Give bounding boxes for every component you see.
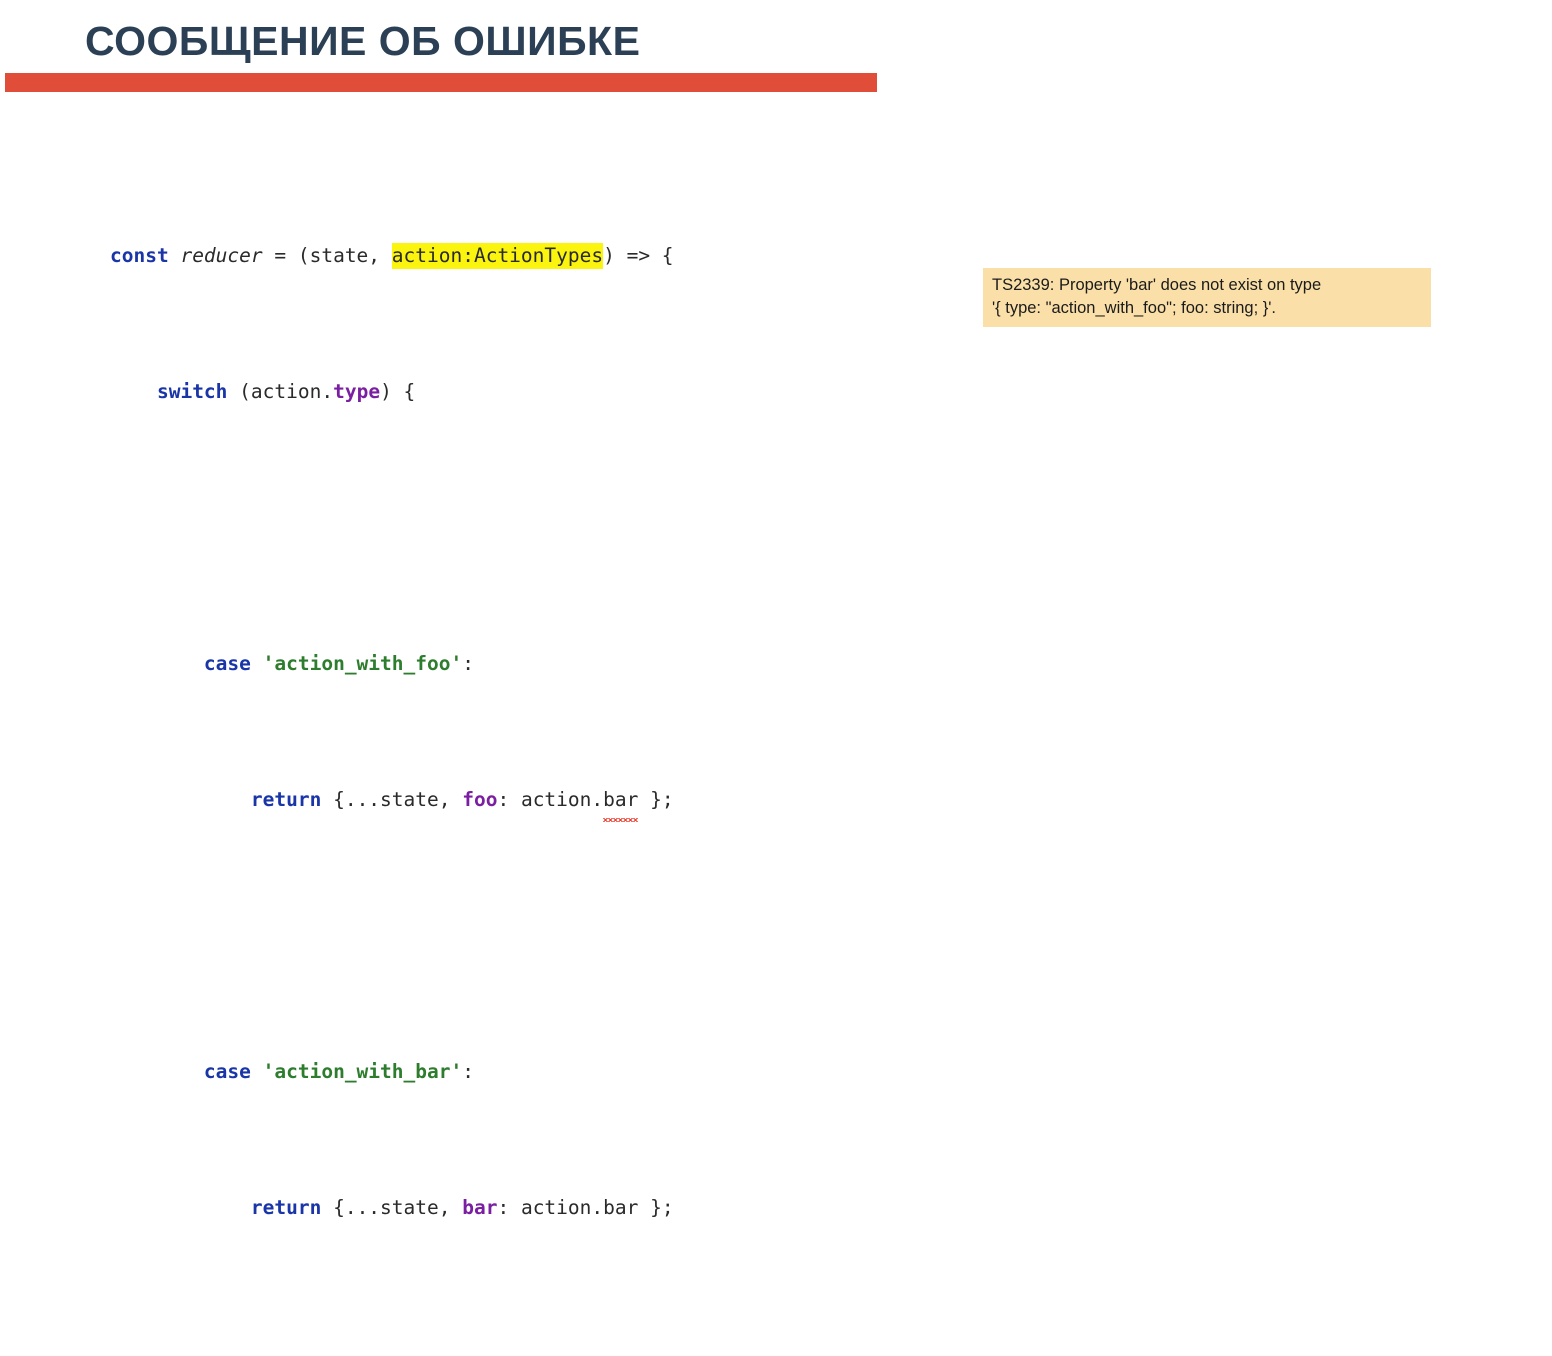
- property-bar: bar: [462, 1196, 498, 1219]
- code-line-4: case 'action_with_foo':: [110, 647, 674, 681]
- code-text: = (state,: [262, 244, 392, 267]
- page-title: СООБЩЕНИЕ ОБ ОШИБКЕ: [85, 18, 641, 64]
- code-line-1: const reducer = (state, action:ActionTyp…: [110, 239, 674, 273]
- error-tooltip-line-2: '{ type: "action_with_foo"; foo: string;…: [992, 299, 1277, 317]
- error-tooltip-line-1: TS2339: Property 'bar' does not exist on…: [992, 276, 1322, 294]
- title-underline-accent-bar: [5, 73, 877, 92]
- error-tooltip: TS2339: Property 'bar' does not exist on…: [983, 268, 1431, 327]
- code-text: :: [462, 1060, 474, 1083]
- code-text: :: [462, 652, 474, 675]
- code-line-7: case 'action_with_bar':: [110, 1055, 674, 1089]
- code-line-8: return {...state, bar: action.bar };: [110, 1191, 674, 1225]
- keyword-switch: switch: [156, 380, 228, 403]
- code-line-5: return {...state, foo: action.bar };: [110, 783, 674, 822]
- code-text: };: [638, 788, 674, 811]
- identifier-reducer: reducer: [180, 244, 263, 267]
- code-line-2: switch (action.type) {: [110, 375, 674, 409]
- keyword-return: return: [250, 1196, 322, 1219]
- keyword-case: case: [203, 652, 251, 675]
- string-action-with-foo: 'action_with_foo': [262, 652, 463, 675]
- code-snippet: const reducer = (state, action:ActionTyp…: [110, 137, 674, 1356]
- property-foo: foo: [462, 788, 498, 811]
- string-action-with-bar: 'action_with_bar': [262, 1060, 463, 1083]
- keyword-return: return: [250, 788, 322, 811]
- code-text: ) => {: [603, 244, 674, 267]
- keyword-case: case: [203, 1060, 251, 1083]
- code-text: : action.bar };: [497, 1196, 674, 1219]
- code-text: {...state,: [321, 1196, 463, 1219]
- error-underlined-token-bar: bar: [603, 783, 639, 822]
- property-type: type: [333, 380, 381, 403]
- keyword-const: const: [110, 244, 169, 267]
- code-text: (action.: [227, 380, 334, 403]
- highlighted-param-annotation: action:ActionTypes: [391, 243, 604, 269]
- code-text: ) {: [380, 380, 416, 403]
- code-text: {...state,: [321, 788, 463, 811]
- code-text: : action.: [497, 788, 604, 811]
